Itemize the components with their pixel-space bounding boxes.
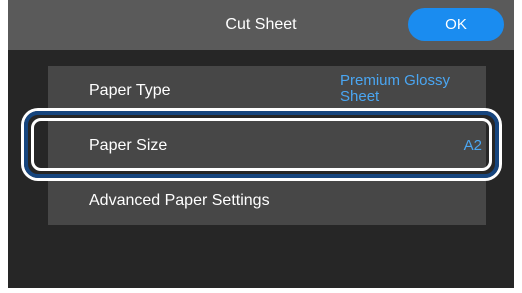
paper-type-value-line1: Premium Glossy (340, 72, 451, 89)
paper-type-value: Premium Glossy Sheet (340, 73, 482, 105)
advanced-paper-settings-row[interactable]: Advanced Paper Settings (48, 176, 486, 225)
paper-type-label: Paper Type (89, 82, 171, 99)
paper-type-row[interactable]: Paper Type Premium Glossy Sheet (48, 66, 486, 115)
paper-size-row[interactable]: Paper Size A2 (48, 121, 486, 170)
advanced-paper-settings-label: Advanced Paper Settings (89, 192, 270, 209)
printer-panel-screen: Cut Sheet OK Paper Type Premium Glossy S… (8, 0, 514, 288)
paper-size-label: Paper Size (89, 137, 168, 154)
title-bar: Cut Sheet OK (8, 0, 514, 50)
paper-type-value-line2: Sheet (340, 88, 380, 105)
ok-button[interactable]: OK (408, 8, 504, 41)
paper-size-value: A2 (463, 137, 482, 154)
